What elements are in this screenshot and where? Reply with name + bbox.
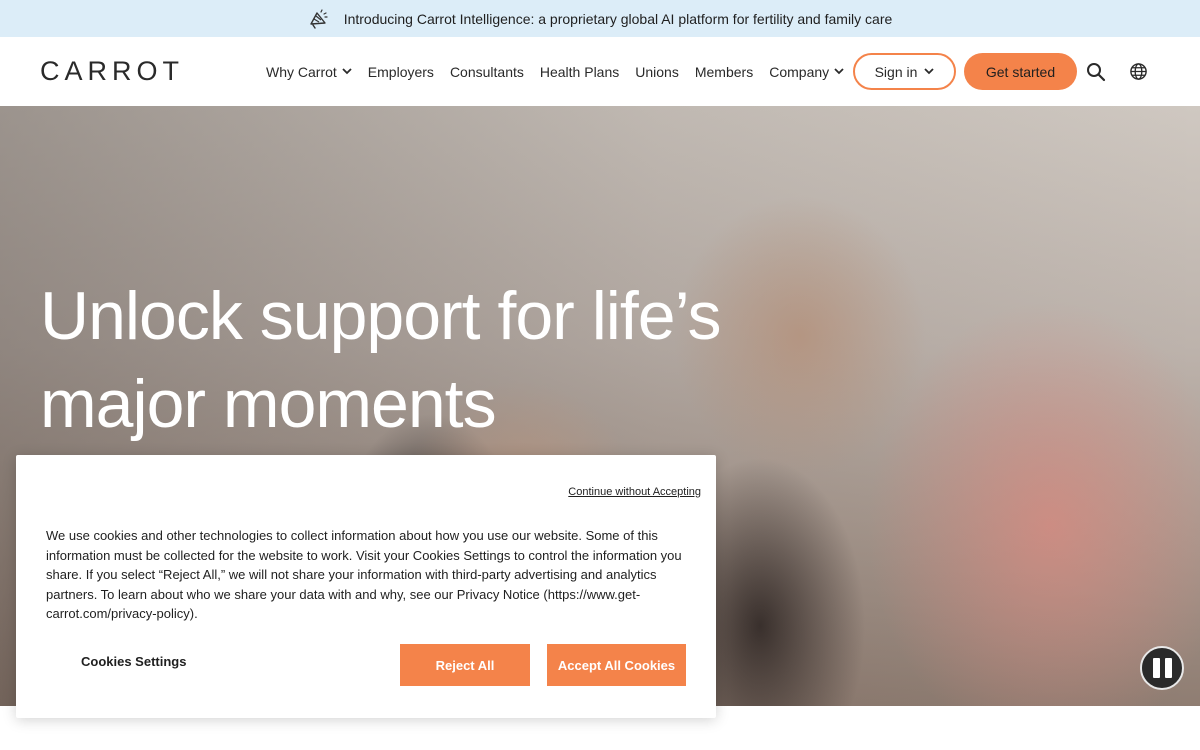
sign-in-button[interactable]: Sign in (853, 53, 956, 90)
pause-icon (1164, 658, 1172, 678)
carrot-logo[interactable]: CARROT (40, 56, 184, 87)
announcement-banner[interactable]: Introducing Carrot Intelligence: a propr… (0, 0, 1200, 37)
pause-button[interactable] (1140, 646, 1184, 690)
nav-label: Why Carrot (266, 63, 337, 80)
hero-title-line-2: major moments (40, 366, 497, 442)
nav-unions[interactable]: Unions (635, 64, 679, 80)
nav-employers[interactable]: Employers (368, 64, 434, 80)
main-nav: Why Carrot Employers Consultants Health … (266, 37, 860, 106)
nav-label: Company (769, 63, 830, 80)
nav-company[interactable]: Company (769, 64, 844, 80)
nav-consultants[interactable]: Consultants (450, 64, 524, 80)
nav-health-plans[interactable]: Health Plans (540, 64, 619, 80)
cookie-consent-dialog: Continue without Accepting We use cookie… (16, 455, 716, 718)
nav-why-carrot[interactable]: Why Carrot (266, 64, 352, 80)
site-header: CARROT Why Carrot Employers Consultants … (0, 37, 1200, 106)
hero-title-line-1: Unlock support for life’s (40, 278, 721, 354)
megaphone-icon (308, 8, 330, 30)
cookies-settings-button[interactable]: Cookies Settings (81, 654, 186, 669)
chevron-down-icon (924, 68, 935, 75)
hero-title: Unlock support for life’s major moments (40, 272, 760, 448)
chevron-down-icon (342, 68, 352, 75)
search-icon[interactable] (1086, 62, 1106, 82)
cookie-notice-text: We use cookies and other technologies to… (46, 528, 682, 622)
sign-in-label: Sign in (874, 63, 918, 80)
reject-all-button[interactable]: Reject All (400, 644, 530, 686)
announcement-text: Introducing Carrot Intelligence: a propr… (343, 10, 893, 27)
get-started-button[interactable]: Get started (964, 53, 1077, 90)
globe-icon[interactable] (1129, 62, 1148, 81)
pause-icon (1152, 658, 1160, 678)
accept-all-cookies-button[interactable]: Accept All Cookies (547, 644, 686, 686)
chevron-down-icon (834, 68, 844, 75)
nav-members[interactable]: Members (695, 64, 753, 80)
continue-without-accepting-link[interactable]: Continue without Accepting (568, 486, 701, 498)
